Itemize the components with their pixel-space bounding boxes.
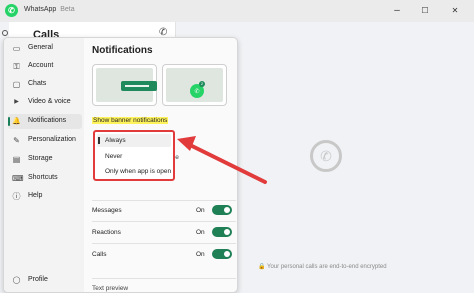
video-icon: ▶ [14, 99, 19, 105]
active-indicator [8, 117, 10, 126]
badge-preview-card: ✆ 2 [162, 64, 227, 106]
toggle-label: Calls [92, 251, 107, 258]
person-icon: ◯ [12, 277, 21, 284]
nav-item-chats[interactable]: ▢ Chats [8, 77, 82, 92]
app-name: WhatsApp [24, 6, 57, 13]
toggle-knob [224, 251, 230, 257]
nav-label: General [28, 44, 53, 51]
option-always[interactable]: Always [97, 134, 171, 147]
option-never[interactable]: Never [97, 150, 171, 163]
nav-label: Personalization [28, 136, 76, 143]
show-banner-label: Show banner notifications [92, 117, 169, 124]
unread-count-badge: 2 [199, 81, 205, 87]
nav-label: Profile [28, 276, 48, 283]
option-label: Never [105, 153, 123, 160]
toggle-knob [224, 229, 230, 235]
page-title: Notifications [92, 45, 153, 56]
selected-indicator [98, 137, 100, 144]
option-label: Only when app is open [105, 168, 172, 175]
reactions-toggle-row: Reactions On [92, 227, 236, 239]
toggle-knob [224, 207, 230, 213]
nav-item-help[interactable]: ⓘ Help [8, 189, 82, 204]
bell-icon: 🔔 [12, 118, 21, 125]
divider [92, 278, 236, 279]
app-badge: Beta [60, 6, 75, 13]
divider [92, 221, 236, 222]
encrypted-note: 🔒 Your personal calls are end-to-end enc… [258, 264, 387, 270]
nav-label: Shortcuts [28, 174, 58, 181]
maximize-button[interactable]: ☐ [418, 3, 432, 17]
key-icon: ⚿ [13, 62, 20, 71]
minimize-button[interactable]: – [390, 3, 404, 17]
nav-item-shortcuts[interactable]: ⌨ Shortcuts [8, 171, 82, 186]
close-button[interactable]: ✕ [448, 3, 462, 17]
divider [92, 243, 236, 244]
nav-item-account[interactable]: ⚿ Account [8, 59, 82, 74]
preview-screen [96, 68, 157, 102]
info-icon: ⓘ [12, 192, 21, 201]
option-label: Always [105, 137, 126, 144]
divider [92, 200, 236, 201]
nav-item-storage[interactable]: ▤ Storage [8, 152, 82, 167]
calls-toggle[interactable] [212, 249, 232, 259]
chats-nav-icon[interactable] [2, 30, 8, 36]
nav-label: Help [28, 192, 43, 199]
nav-item-video-voice[interactable]: ▶ Video & voice [8, 95, 82, 110]
storage-icon: ▤ [12, 155, 21, 164]
calls-toggle-row: Calls On [92, 249, 236, 261]
toggle-state: On [196, 229, 205, 236]
whatsapp-logo-icon: ✆ [5, 4, 18, 17]
nav-label: Account [28, 62, 54, 69]
nav-item-notifications[interactable]: 🔔 Notifications [8, 114, 82, 129]
toggle-label: Reactions [92, 229, 121, 236]
nav-label: Notifications [28, 117, 67, 124]
nav-item-profile[interactable]: ◯ Profile [8, 273, 82, 288]
toggle-state: On [196, 251, 205, 258]
preview-screen: ✆ 2 [166, 68, 223, 102]
toggle-label: Messages [92, 207, 122, 214]
banner-preview-card [92, 64, 157, 106]
brush-icon: ✎ [13, 136, 20, 145]
window-title: WhatsApp Beta [24, 6, 75, 13]
toggle-state: On [196, 207, 205, 214]
nav-item-general[interactable]: ▭ General [8, 41, 82, 56]
monitor-icon: ▭ [12, 44, 21, 53]
nav-label: Chats [28, 80, 47, 87]
preview-banner-line [125, 85, 149, 87]
messages-toggle-row: Messages On [92, 205, 236, 217]
option-only-when-open[interactable]: Only when app is open [97, 165, 171, 178]
title-bar: ✆ WhatsApp Beta – ☐ ✕ [0, 0, 474, 22]
text-preview-label: Text preview [92, 285, 129, 292]
nav-label: Storage [28, 155, 53, 162]
nav-label: Video & voice [28, 98, 71, 105]
settings-panel: ▭ General ⚿ Account ▢ Chats ▶ Video & vo… [3, 37, 238, 293]
settings-content: Notifications ✆ 2 Show banner notificati… [88, 38, 237, 292]
keyboard-icon: ⌨ [12, 174, 24, 183]
messages-toggle[interactable] [212, 205, 232, 215]
reactions-toggle[interactable] [212, 227, 232, 237]
whatsapp-watermark-icon: ✆ [310, 140, 342, 172]
nav-item-personalization[interactable]: ✎ Personalization [8, 133, 82, 148]
banner-notifications-dropdown[interactable]: Always Never Only when app is open [93, 130, 175, 181]
settings-nav: ▭ General ⚿ Account ▢ Chats ▶ Video & vo… [4, 38, 84, 292]
chat-icon: ▢ [12, 80, 21, 89]
